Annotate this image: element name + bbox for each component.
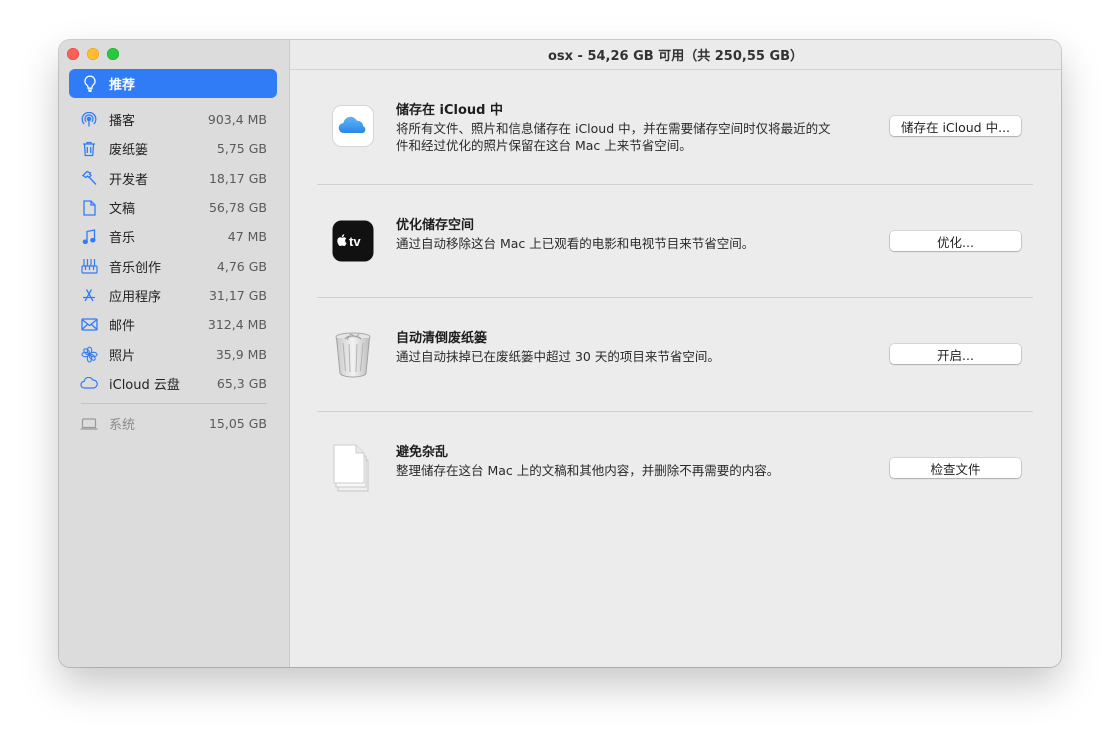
sidebar-item-label: iCloud 云盘	[109, 377, 180, 393]
recommendation-optimize: tv 优化储存空间 通过自动移除这台 Mac 上已观看的电影和电视节目来节省空间…	[317, 217, 1033, 267]
recommendation-description: 通过自动抹掉已在废纸篓中超过 30 天的项目来节省空间。	[396, 349, 720, 364]
sidebar-item-photos[interactable]: 照片 35,9 MB	[69, 339, 279, 368]
music-note-icon	[79, 229, 99, 245]
row-divider	[317, 184, 1033, 185]
sidebar-item-size: 47 MB	[227, 229, 267, 245]
recommendation-title: 储存在 iCloud 中	[396, 103, 503, 118]
sidebar-item-developer[interactable]: 开发者 18,17 GB	[69, 164, 279, 193]
sidebar-item-label: 播客	[109, 114, 136, 130]
sidebar-item-size: 4,76 GB	[216, 258, 267, 274]
sidebar-item-size: 35,9 MB	[215, 346, 267, 362]
sidebar-item-music-creation[interactable]: 音乐创作 4,76 GB	[69, 251, 279, 280]
sidebar-item-label: 废纸篓	[109, 143, 149, 159]
sidebar-item-size: 5,75 GB	[216, 141, 267, 157]
main-panel: osx - 54,26 GB 可用（共 250,55 GB） 储存在 iClou…	[290, 40, 1061, 667]
sidebar-item-label: 文稿	[109, 202, 136, 218]
sidebar-item-label: 音乐创作	[109, 260, 162, 276]
lightbulb-icon	[80, 75, 100, 92]
sidebar-item-mail[interactable]: 邮件 312,4 MB	[69, 310, 279, 339]
window-title: osx - 54,26 GB 可用（共 250,55 GB）	[290, 40, 1061, 70]
sidebar-item-label: 音乐	[109, 231, 136, 247]
window-controls	[67, 48, 119, 60]
sidebar-item-documents[interactable]: 文稿 56,78 GB	[69, 193, 279, 222]
sidebar-item-size: 56,78 GB	[208, 200, 267, 216]
sidebar-item-trash[interactable]: 废纸篓 5,75 GB	[69, 134, 279, 163]
zoom-button[interactable]	[107, 48, 119, 60]
sidebar-item-size: 312,4 MB	[207, 317, 267, 333]
recommendation-empty-trash: 自动清倒废纸篓 通过自动抹掉已在废纸篓中超过 30 天的项目来节省空间。 开启.…	[317, 330, 1033, 380]
sidebar-item-label: 开发者	[109, 172, 149, 188]
recommendation-icloud: 储存在 iCloud 中 将所有文件、照片和信息储存在 iCloud 中，并在需…	[317, 102, 1033, 162]
recommendation-description: 整理储存在这台 Mac 上的文稿和其他内容，并删除不再需要的内容。	[396, 463, 780, 478]
recommendation-description-line2: 件和经过优化的照片保留在这台 Mac 上来节省空间。	[396, 138, 692, 153]
turn-on-button[interactable]: 开启...	[890, 344, 1021, 364]
document-icon	[79, 199, 99, 216]
hammer-icon	[79, 170, 99, 186]
optimize-button[interactable]: 优化...	[890, 231, 1021, 251]
trash-can-icon	[331, 332, 375, 378]
music-creation-icon	[79, 258, 99, 274]
podcast-icon	[79, 111, 99, 128]
sidebar-item-size: 903,4 MB	[207, 112, 267, 128]
row-divider	[317, 297, 1033, 298]
storage-management-window: 推荐 播客 903,4 MB 废纸篓 5,75 GB 开发者 18,17 GB …	[59, 40, 1061, 667]
apple-tv-app-icon: tv	[331, 219, 375, 263]
recommendation-title: 自动清倒废纸篓	[396, 331, 488, 346]
store-in-icloud-button[interactable]: 储存在 iCloud 中...	[890, 116, 1021, 136]
sidebar-list: 播客 903,4 MB 废纸篓 5,75 GB 开发者 18,17 GB 文稿 …	[69, 105, 279, 438]
apple-tv-icon-text: tv	[349, 234, 361, 249]
sidebar-item-label: 应用程序	[109, 289, 162, 305]
recommendation-title: 避免杂乱	[396, 445, 449, 460]
sidebar: 推荐 播客 903,4 MB 废纸篓 5,75 GB 开发者 18,17 GB …	[59, 40, 290, 667]
recommendation-description: 通过自动移除这台 Mac 上已观看的电影和电视节目来节省空间。	[396, 236, 755, 251]
recommendation-reduce-clutter: 避免杂乱 整理储存在这台 Mac 上的文稿和其他内容，并删除不再需要的内容。 检…	[317, 444, 1033, 498]
documents-stack-icon	[331, 444, 375, 492]
sidebar-item-applications[interactable]: 应用程序 31,17 GB	[69, 281, 279, 310]
photos-flower-icon	[79, 345, 99, 363]
sidebar-item-size: 18,17 GB	[208, 170, 267, 186]
sidebar-item-recommended[interactable]: 推荐	[69, 69, 277, 98]
close-button[interactable]	[67, 48, 79, 60]
sidebar-item-system[interactable]: 系统 15,05 GB	[69, 409, 279, 438]
sidebar-item-label: 系统	[109, 418, 136, 434]
row-divider	[317, 411, 1033, 412]
minimize-button[interactable]	[87, 48, 99, 60]
sidebar-divider	[81, 402, 267, 404]
sidebar-item-label: 邮件	[109, 319, 136, 335]
recommendation-title: 优化储存空间	[396, 218, 475, 233]
envelope-icon	[79, 318, 99, 331]
sidebar-item-label: 推荐	[109, 78, 136, 93]
sidebar-item-icloud-drive[interactable]: iCloud 云盘 65,3 GB	[69, 369, 279, 398]
sidebar-item-size: 31,17 GB	[208, 287, 267, 303]
icloud-app-icon	[331, 104, 375, 148]
recommendation-description: 将所有文件、照片和信息储存在 iCloud 中，并在需要储存空间时仅将最近的文	[396, 121, 831, 136]
app-store-icon	[79, 287, 99, 303]
sidebar-item-label: 照片	[109, 348, 136, 364]
laptop-icon	[79, 418, 99, 430]
cloud-icon	[79, 377, 99, 389]
sidebar-item-size: 65,3 GB	[216, 375, 267, 391]
sidebar-item-podcasts[interactable]: 播客 903,4 MB	[69, 105, 279, 134]
sidebar-item-music[interactable]: 音乐 47 MB	[69, 222, 279, 251]
review-files-button[interactable]: 检查文件	[890, 458, 1021, 478]
trash-icon	[79, 141, 99, 157]
sidebar-item-size: 15,05 GB	[208, 416, 267, 432]
